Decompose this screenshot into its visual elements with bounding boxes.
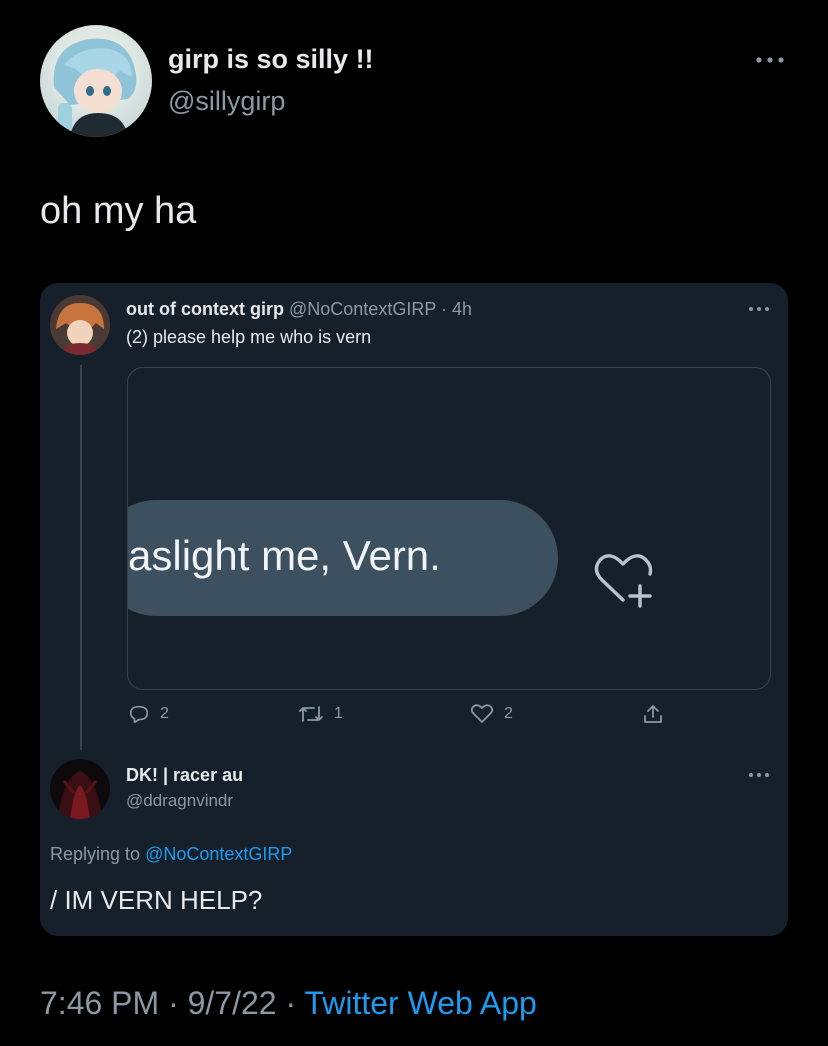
reply-count: 2: [160, 705, 169, 722]
tweet-footer: 7:46 PM · 9/7/22 · Twitter Web App: [40, 985, 537, 1022]
reply-action[interactable]: 2: [128, 703, 169, 725]
footer-separator: ·: [168, 985, 179, 1021]
quote-separator: ·: [441, 299, 448, 319]
more-options-icon[interactable]: [752, 50, 788, 70]
reply-icon: [129, 705, 149, 724]
quote-handle[interactable]: @NoContextGIRP: [289, 299, 436, 319]
tweet-text: oh my ha: [40, 190, 197, 232]
quote-media-image[interactable]: aslight me, Vern.: [127, 367, 771, 690]
author-avatar-art: [53, 38, 137, 137]
retweet-action[interactable]: 1: [298, 703, 343, 725]
quote-author-avatar[interactable]: [50, 295, 110, 355]
reply-more-icon[interactable]: [746, 769, 772, 781]
quote-display-name[interactable]: out of context girp: [126, 299, 284, 319]
heart-add-icon: [594, 554, 653, 608]
message-bubble: aslight me, Vern.: [128, 500, 558, 616]
heart-icon: [470, 704, 494, 723]
share-action[interactable]: [642, 703, 664, 725]
quote-text: (2) please help me who is vern: [126, 327, 372, 347]
source-app-link[interactable]: Twitter Web App: [304, 985, 536, 1021]
like-count: 2: [504, 705, 513, 722]
message-bubble-text: aslight me, Vern.: [128, 532, 441, 579]
reply-text: / IM VERN HELP?: [50, 885, 263, 915]
quote-more-icon[interactable]: [746, 303, 772, 315]
author-avatar[interactable]: [40, 25, 152, 137]
quote-header: out of context girp @NoContextGIRP · 4h: [126, 299, 472, 320]
footer-separator: ·: [285, 985, 297, 1021]
replying-to-link[interactable]: @NoContextGIRP: [145, 844, 292, 864]
quoted-thread-card[interactable]: out of context girp @NoContextGIRP · 4h …: [40, 283, 788, 936]
reply-author-avatar[interactable]: [50, 759, 110, 819]
retweet-count: 1: [334, 705, 343, 722]
tweet-date[interactable]: 9/7/22: [188, 985, 277, 1021]
reply-handle[interactable]: @ddragnvindr: [126, 791, 233, 811]
reply-display-name[interactable]: DK! | racer au: [126, 765, 243, 786]
replying-to-prefix: Replying to: [50, 844, 141, 864]
quote-action-bar: 2 1 2: [40, 703, 788, 733]
replying-to-line: Replying to @NoContextGIRP: [50, 844, 292, 865]
like-action[interactable]: 2: [470, 703, 513, 725]
author-display-name[interactable]: girp is so silly !!: [168, 44, 374, 75]
share-icon: [644, 705, 662, 723]
quote-time[interactable]: 4h: [452, 299, 472, 319]
thread-connector-line: [80, 365, 82, 750]
tweet-time[interactable]: 7:46 PM: [40, 985, 159, 1021]
author-handle[interactable]: @sillygirp: [168, 86, 285, 117]
retweet-icon: [299, 706, 323, 722]
